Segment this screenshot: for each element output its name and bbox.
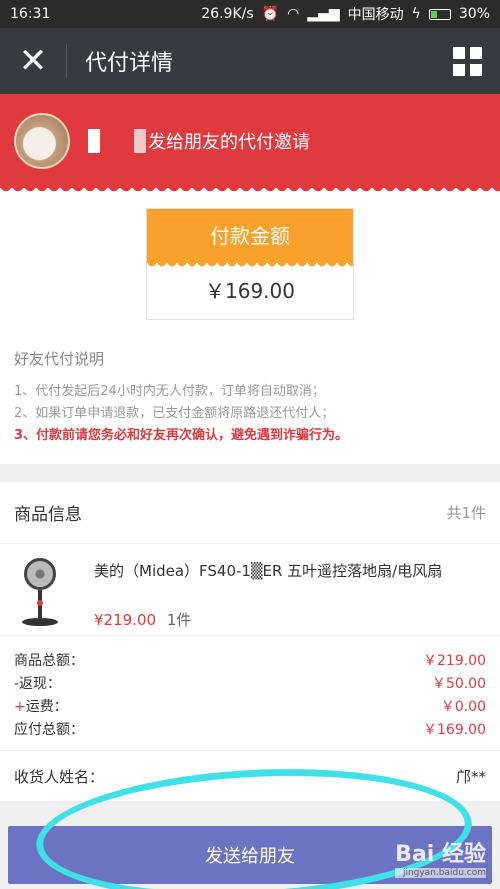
- charging-icon: ϟ: [411, 6, 421, 22]
- signal-icon: ▂▄▆: [307, 6, 340, 22]
- product-thumbnail: [14, 556, 70, 628]
- status-bar: 16:31 26.9K/s ⏰ ◠ ▂▄▆ 中国移动 ϟ 30%: [0, 0, 500, 28]
- goods-total-label: 商品总额：: [14, 653, 84, 669]
- wifi-icon: ◠: [287, 6, 300, 22]
- invite-banner: 发给朋友的代付邀请: [0, 94, 500, 194]
- payable-value: ￥169.00: [423, 722, 486, 738]
- payment-label: 付款金额: [147, 209, 353, 268]
- watermark-logo: Bai 经验: [395, 842, 486, 867]
- product-section-header: 商品信息 共1件: [0, 482, 500, 544]
- explanation-title: 好友代付说明: [14, 350, 105, 368]
- status-time: 16:31: [10, 6, 51, 22]
- payment-amount: ￥169.00: [147, 263, 353, 319]
- alarm-icon: ⏰: [261, 6, 280, 22]
- product-price: ¥219.00: [94, 611, 157, 629]
- price-summary: 商品总额： ￥219.00 -返现： ￥50.00 +运费： ￥0.00 应付总…: [0, 636, 500, 751]
- rebate-label: -返现：: [14, 676, 62, 692]
- summary-row: 应付总额： ￥169.00: [14, 719, 486, 742]
- summary-row: +运费： ￥0.00: [14, 696, 486, 719]
- summary-row: -返现： ￥50.00: [14, 673, 486, 696]
- payable-label: 应付总额：: [14, 722, 84, 738]
- receiver-row: 收货人姓名： 邝**: [0, 751, 500, 801]
- payment-card: 付款金额 ￥169.00: [146, 208, 354, 320]
- section-title: 商品信息: [14, 505, 82, 525]
- product-section: 商品信息 共1件 美的（Midea）FS40-1▒ER 五叶遥控落地扇/电风扇 …: [0, 482, 500, 801]
- product-item[interactable]: 美的（Midea）FS40-1▒ER 五叶遥控落地扇/电风扇 ¥219.00 1…: [0, 544, 500, 636]
- banner-label: 发给朋友的代付邀请: [148, 132, 310, 153]
- menu-grid-icon[interactable]: [434, 46, 500, 76]
- watermark-url: jingyan.baidu.com: [395, 868, 486, 878]
- battery-icon: [428, 8, 451, 20]
- carrier-label: 中国移动: [347, 7, 404, 23]
- explanation-warning: 3、付款前请您务必和好友再次确认，避免遇到诈骗行为。: [14, 428, 349, 443]
- goods-total-value: ￥219.00: [423, 653, 486, 669]
- product-qty: 1件: [166, 611, 192, 629]
- receiver-name: 邝**: [455, 767, 486, 786]
- payment-area: 付款金额 ￥169.00 好友代付说明 1、代付发起后24小时内无人付款，订单将…: [0, 188, 500, 464]
- banner-text: 发给朋友的代付邀请: [88, 128, 310, 154]
- explanation: 好友代付说明 1、代付发起后24小时内无人付款，订单将自动取消； 2、如果订单申…: [0, 320, 500, 447]
- avatar: [14, 113, 70, 169]
- item-count: 共1件: [446, 504, 486, 522]
- page-title: 代付详情: [85, 51, 174, 76]
- baidu-watermark: Bai 经验 jingyan.baidu.com: [395, 836, 486, 878]
- summary-row: 商品总额： ￥219.00: [14, 650, 486, 673]
- network-speed: 26.9K/s: [201, 6, 254, 22]
- shipping-label: 运费：: [25, 699, 68, 715]
- close-icon[interactable]: ✕: [0, 28, 66, 94]
- explanation-line: 2、如果订单申请退款，已支付金额将原路退还代付人；: [14, 406, 335, 421]
- product-name: 美的（Midea）FS40-1▒ER 五叶遥控落地扇/电风扇: [94, 562, 443, 580]
- rebate-value: ￥50.00: [431, 676, 486, 692]
- explanation-line: 1、代付发起后24小时内无人付款，订单将自动取消；: [14, 384, 325, 399]
- nav-bar: ✕ 代付详情: [0, 28, 500, 94]
- shipping-value: ￥0.00: [440, 699, 486, 715]
- shipping-prefix: +: [14, 699, 26, 715]
- receiver-label: 收货人姓名：: [14, 767, 105, 786]
- redacted-name: [88, 129, 146, 153]
- battery-percent: 30%: [458, 6, 490, 22]
